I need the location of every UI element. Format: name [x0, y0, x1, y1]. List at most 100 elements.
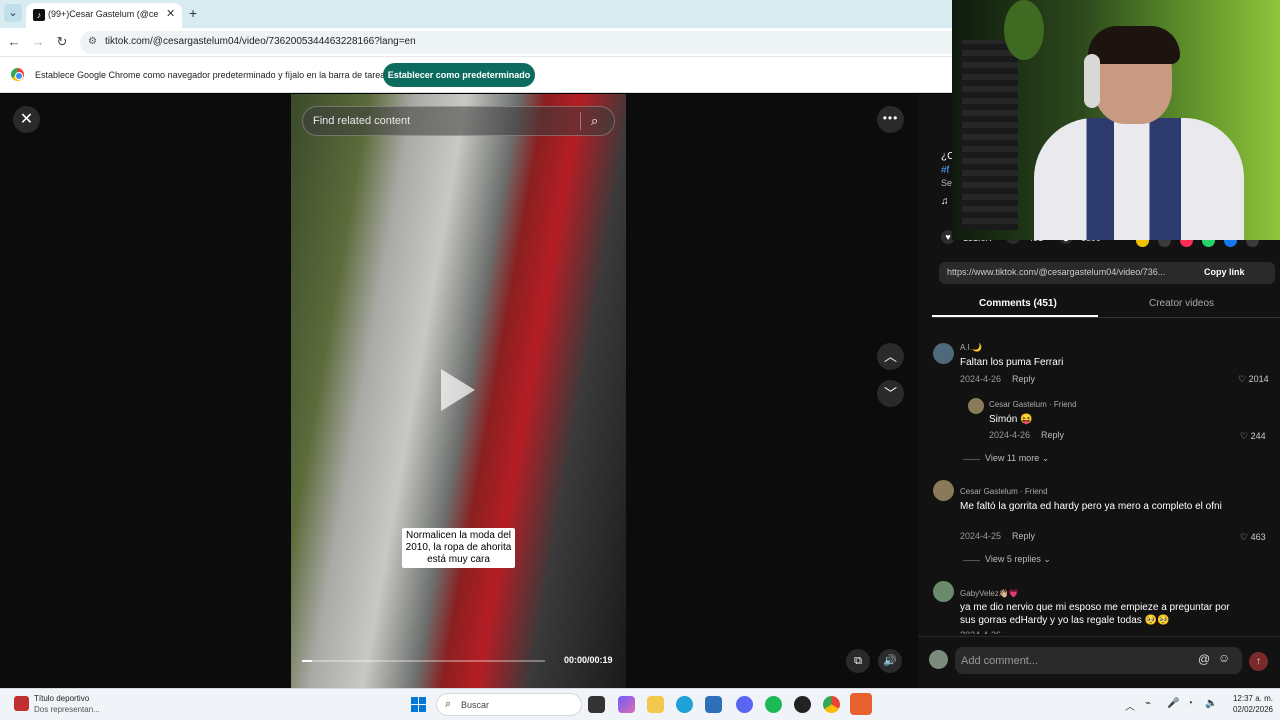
video-link: https://www.tiktok.com/@cesargastelum04/…: [947, 267, 1166, 277]
forward-icon[interactable]: →: [30, 34, 46, 49]
clock[interactable]: 12:37 a. m. 02/02/2026: [1228, 693, 1273, 715]
start-icon[interactable]: [411, 697, 426, 712]
news-widget-subtitle: Dos representan...: [34, 705, 100, 714]
speaker-icon[interactable]: 🔈: [1205, 698, 1217, 709]
edge-icon[interactable]: [676, 696, 693, 713]
video-progress-bar[interactable]: [302, 660, 545, 662]
comment-text: Me faltó la gorrita ed hardy pero ya mer…: [960, 501, 1222, 512]
music-icon[interactable]: ♫: [941, 196, 949, 207]
description-fragment-2: Se: [941, 178, 953, 188]
next-video-icon[interactable]: ﹀: [877, 380, 904, 407]
comment-username[interactable]: Cesar Gastelum · Friend: [960, 487, 1048, 496]
copy-link-button[interactable]: Copy link: [1204, 267, 1245, 277]
copilot-icon[interactable]: [618, 696, 635, 713]
discord-icon[interactable]: [736, 696, 753, 713]
emoji-icon[interactable]: ☺: [1218, 651, 1230, 665]
mention-icon[interactable]: @: [1198, 652, 1210, 666]
search-icon[interactable]: ⌕: [591, 113, 598, 129]
url-text: tiktok.com/@cesargastelum04/video/736200…: [105, 36, 416, 47]
tab-search-icon[interactable]: ⌄: [4, 4, 22, 22]
microphone-icon[interactable]: 🎤: [1167, 698, 1179, 709]
headphones: [1084, 54, 1100, 108]
video-player[interactable]: Find related content ⌕ Normalicen la mod…: [291, 94, 626, 688]
search-divider: [580, 112, 581, 130]
show-hidden-icons[interactable]: ︿: [1125, 698, 1135, 713]
hashtag-fragment[interactable]: #f: [941, 165, 949, 176]
taskbar-search-label: Buscar: [461, 700, 490, 710]
plant: [1004, 0, 1044, 60]
close-viewer-icon[interactable]: ✕: [13, 106, 40, 133]
comment-like-count[interactable]: ♡ 244: [1240, 431, 1266, 442]
comment-username[interactable]: GabyVelez👋🏼💗: [960, 589, 1019, 598]
app-icon[interactable]: [850, 693, 872, 715]
tab-title: (99+)Cesar Gastelum (@cesarg: [48, 9, 158, 19]
comment-text: Faltan los puma Ferrari: [960, 357, 1064, 368]
video-progress-fill: [302, 660, 312, 662]
screen: ⌄ ♪ (99+)Cesar Gastelum (@cesarg ✕ + ← →…: [0, 0, 1280, 720]
view-more-label: View 11 more: [985, 453, 1040, 463]
set-default-button[interactable]: Establecer como predeterminado: [383, 63, 535, 87]
infobar-message: Establece Google Chrome como navegador p…: [35, 70, 390, 80]
active-tab-indicator: [932, 315, 1098, 317]
reload-icon[interactable]: ↻: [54, 34, 70, 50]
volume-icon[interactable]: 🔊: [878, 649, 902, 673]
back-icon[interactable]: ←: [6, 34, 22, 49]
reply-button[interactable]: Reply: [1012, 531, 1035, 541]
streamer-hair: [1088, 26, 1180, 64]
send-comment-icon[interactable]: ↑: [1249, 652, 1268, 671]
previous-video-icon[interactable]: ︿: [877, 343, 904, 370]
copy-link-bar: https://www.tiktok.com/@cesargastelum04/…: [939, 262, 1275, 284]
news-widget-icon[interactable]: [14, 696, 29, 711]
new-tab-icon[interactable]: +: [189, 5, 197, 21]
clock-time: 12:37 a. m.: [1232, 694, 1273, 703]
task-view-icon[interactable]: [588, 696, 605, 713]
comment-username[interactable]: A.I.🌙: [960, 343, 982, 352]
video-time: 00:00/00:19: [564, 655, 613, 665]
clock-date: 02/02/2026: [1232, 705, 1273, 714]
like-value: 2014: [1248, 374, 1269, 384]
tab-comments[interactable]: Comments (451): [979, 298, 1057, 309]
avatar[interactable]: [933, 343, 954, 364]
avatar[interactable]: [968, 398, 984, 414]
wifi-icon[interactable]: ◔: [1187, 698, 1193, 709]
spotify-icon[interactable]: [765, 696, 782, 713]
view-more-replies[interactable]: View 5 replies ⌄: [963, 554, 1051, 565]
like-value: 244: [1250, 431, 1266, 441]
view-more-replies[interactable]: View 11 more ⌄: [962, 453, 1049, 464]
chrome-icon[interactable]: [823, 696, 840, 713]
network-icon[interactable]: ⌁: [1145, 698, 1151, 709]
mini-player-icon[interactable]: ⧉: [846, 649, 870, 673]
news-widget-title[interactable]: Título deportivo: [34, 694, 89, 703]
avatar[interactable]: [933, 480, 954, 501]
panel-tabs: Comments (451) Creator videos: [932, 293, 1280, 318]
webcam-overlay: [952, 0, 1280, 240]
comment-composer: @ ☺ ↑: [918, 636, 1280, 688]
chrome-logo-icon: [11, 68, 24, 81]
comment-text: ya me dio nervio que mi esposo me empiez…: [960, 602, 1230, 626]
video-caption: Normalicen la moda del 2010, la ropa de …: [402, 528, 515, 568]
comment-date: 2024-4-26: [960, 374, 1002, 384]
obs-icon[interactable]: [794, 696, 811, 713]
comment-date: 2024-4-26: [989, 430, 1031, 440]
tiktok-favicon-icon: ♪: [33, 9, 45, 21]
tab-creator-videos[interactable]: Creator videos: [1149, 298, 1214, 309]
comment-date: 2024-4-25: [960, 531, 1002, 541]
avatar[interactable]: [933, 581, 954, 602]
comment-like-count[interactable]: ♡ 2014: [1238, 374, 1269, 385]
streamer-shirt: [1034, 118, 1244, 240]
comment-username[interactable]: Cesar Gastelum · Friend: [989, 400, 1077, 409]
video-viewer: ✕ Find related content ⌕ Normalicen la m…: [0, 94, 918, 688]
video-search-placeholder: Find related content: [313, 115, 411, 127]
comment-like-count[interactable]: ♡ 463: [1240, 532, 1266, 543]
more-options-icon[interactable]: •••: [877, 106, 904, 133]
reply-button[interactable]: Reply: [1012, 374, 1035, 384]
video-search-box[interactable]: Find related content ⌕: [302, 106, 615, 136]
taskbar-search[interactable]: ⌕ Buscar: [436, 693, 582, 716]
play-icon[interactable]: [441, 369, 475, 411]
close-tab-icon[interactable]: ✕: [166, 7, 175, 20]
store-icon[interactable]: [705, 696, 722, 713]
file-explorer-icon[interactable]: [647, 696, 664, 713]
browser-tab[interactable]: ♪ (99+)Cesar Gastelum (@cesarg ✕: [26, 3, 182, 28]
reply-button[interactable]: Reply: [1041, 430, 1064, 440]
site-info-icon[interactable]: ⚙: [88, 36, 97, 47]
